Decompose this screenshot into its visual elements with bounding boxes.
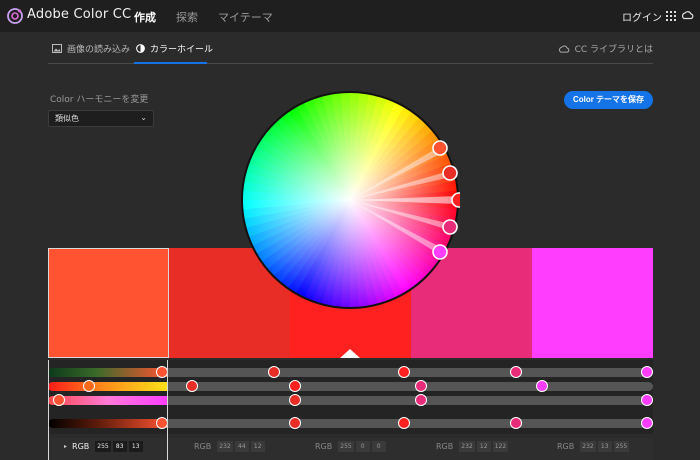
slider-knob-2-base[interactable] <box>83 380 95 392</box>
wheel-handle-4[interactable] <box>442 219 458 235</box>
mode-tabs: 画像の読み込み カラーホイール CC ライブラリとは <box>48 34 653 64</box>
rgb-g-field[interactable]: 0 <box>355 441 370 452</box>
rgb-b-field[interactable]: 0 <box>371 441 386 452</box>
slider-knob-1-5[interactable] <box>641 366 653 378</box>
wheel-handle-1[interactable] <box>432 140 448 156</box>
rgb-r-field[interactable]: 255 <box>95 441 111 452</box>
slider-knob-2-4[interactable] <box>415 380 427 392</box>
harmony-dropdown[interactable]: 類似色 ⌄ <box>48 110 154 127</box>
cc-library-icon <box>558 45 569 53</box>
slider-panel <box>48 360 653 434</box>
rgb-label: RGB <box>557 442 575 451</box>
apps-grid-icon[interactable] <box>666 11 676 21</box>
tab-image-extract[interactable]: 画像の読み込み <box>52 42 130 55</box>
rgb-b-field[interactable]: 122 <box>492 441 509 452</box>
adobe-color-logo-icon[interactable] <box>6 7 24 25</box>
rgb-values-4: RGB 232 12 122 <box>436 441 509 452</box>
nav-my-themes[interactable]: マイテーマ <box>218 9 273 25</box>
rgb-g-field[interactable]: 12 <box>476 441 491 452</box>
slider-knob-2-3[interactable] <box>289 380 301 392</box>
slider-knob-3-3[interactable] <box>415 394 427 406</box>
slider-knob-4-4[interactable] <box>510 417 522 429</box>
slider-gradient-1 <box>48 368 168 377</box>
active-tab-indicator <box>134 62 207 64</box>
rgb-label: RGB <box>194 442 212 451</box>
slider-knob-3-base[interactable] <box>53 394 65 406</box>
slider-knob-2-5[interactable] <box>536 380 548 392</box>
rgb-g-field[interactable]: 13 <box>597 441 612 452</box>
nav-create[interactable]: 作成 <box>134 9 156 25</box>
tab-color-wheel-label: カラーホイール <box>150 45 214 55</box>
tab-color-wheel[interactable]: カラーホイール <box>136 42 213 55</box>
wheel-handle-5[interactable] <box>432 244 448 260</box>
rgb-r-field[interactable]: 232 <box>580 441 596 452</box>
swatch-base[interactable] <box>48 248 169 358</box>
slider-gradient-3 <box>48 396 168 405</box>
wheel-handle-base[interactable] <box>451 192 460 208</box>
rgb-label: RGB <box>436 442 454 451</box>
wheel-handle-2[interactable] <box>442 165 458 181</box>
rgb-b-field[interactable]: 12 <box>250 441 265 452</box>
cc-library-label: CC ライブラリとは <box>574 45 653 55</box>
harmony-label: Color ハーモニーを変更 <box>50 95 149 105</box>
cc-library-link[interactable]: CC ライブラリとは <box>558 42 653 55</box>
slider-knob-1-3[interactable] <box>398 366 410 378</box>
rgb-r-field[interactable]: 255 <box>338 441 354 452</box>
rgb-label: RGB <box>72 442 90 451</box>
save-theme-button[interactable]: Color テーマを保存 <box>564 91 653 109</box>
slider-gradient-4 <box>48 419 168 428</box>
swatch-5[interactable] <box>532 248 653 358</box>
color-wheel-icon <box>136 44 145 53</box>
rgb-values-5: RGB 232 13 255 <box>557 441 630 452</box>
rgb-r-field[interactable]: 232 <box>459 441 475 452</box>
slider-knob-3-2[interactable] <box>289 394 301 406</box>
image-icon <box>52 44 62 53</box>
rgb-values-2: RGB 232 44 12 <box>194 441 265 452</box>
rgb-label: RGB <box>315 442 333 451</box>
nav-explore[interactable]: 探索 <box>176 9 198 25</box>
rgb-b-field[interactable]: 13 <box>128 441 143 452</box>
rgb-values-3: RGB 255 0 0 <box>315 441 386 452</box>
creative-cloud-icon[interactable] <box>681 9 694 22</box>
expand-arrow-icon[interactable]: ▸ <box>64 443 67 450</box>
harmony-selected-value: 類似色 <box>55 114 79 123</box>
slider-knob-1-2[interactable] <box>268 366 280 378</box>
color-wheel[interactable] <box>240 90 460 310</box>
slider-knob-4-base[interactable] <box>156 417 168 429</box>
rgb-b-field[interactable]: 255 <box>613 441 630 452</box>
tab-image-extract-label: 画像の読み込み <box>67 45 131 55</box>
slider-knob-4-5[interactable] <box>641 417 653 429</box>
slider-gradient-2 <box>48 382 168 391</box>
slider-knob-1-base[interactable] <box>156 366 168 378</box>
base-color-indicator <box>340 349 360 358</box>
rgb-r-field[interactable]: 232 <box>217 441 233 452</box>
chevron-down-icon: ⌄ <box>140 113 147 122</box>
top-bar: Adobe Color CC 作成 探索 マイテーマ ログイン <box>0 0 700 32</box>
slider-knob-4-3[interactable] <box>398 417 410 429</box>
login-link[interactable]: ログイン <box>622 9 662 24</box>
rgb-g-field[interactable]: 83 <box>112 441 127 452</box>
slider-knob-3-4[interactable] <box>641 394 653 406</box>
rgb-values-base: ▸ RGB 255 83 13 <box>64 441 143 452</box>
app-title[interactable]: Adobe Color CC <box>27 7 131 22</box>
slider-knob-2-2[interactable] <box>186 380 198 392</box>
slider-knob-1-4[interactable] <box>510 366 522 378</box>
slider-knob-4-2[interactable] <box>289 417 301 429</box>
rgb-g-field[interactable]: 44 <box>234 441 249 452</box>
color-values-row: ▸ RGB 255 83 13 RGB 232 44 12 RGB 255 0 … <box>48 438 653 460</box>
